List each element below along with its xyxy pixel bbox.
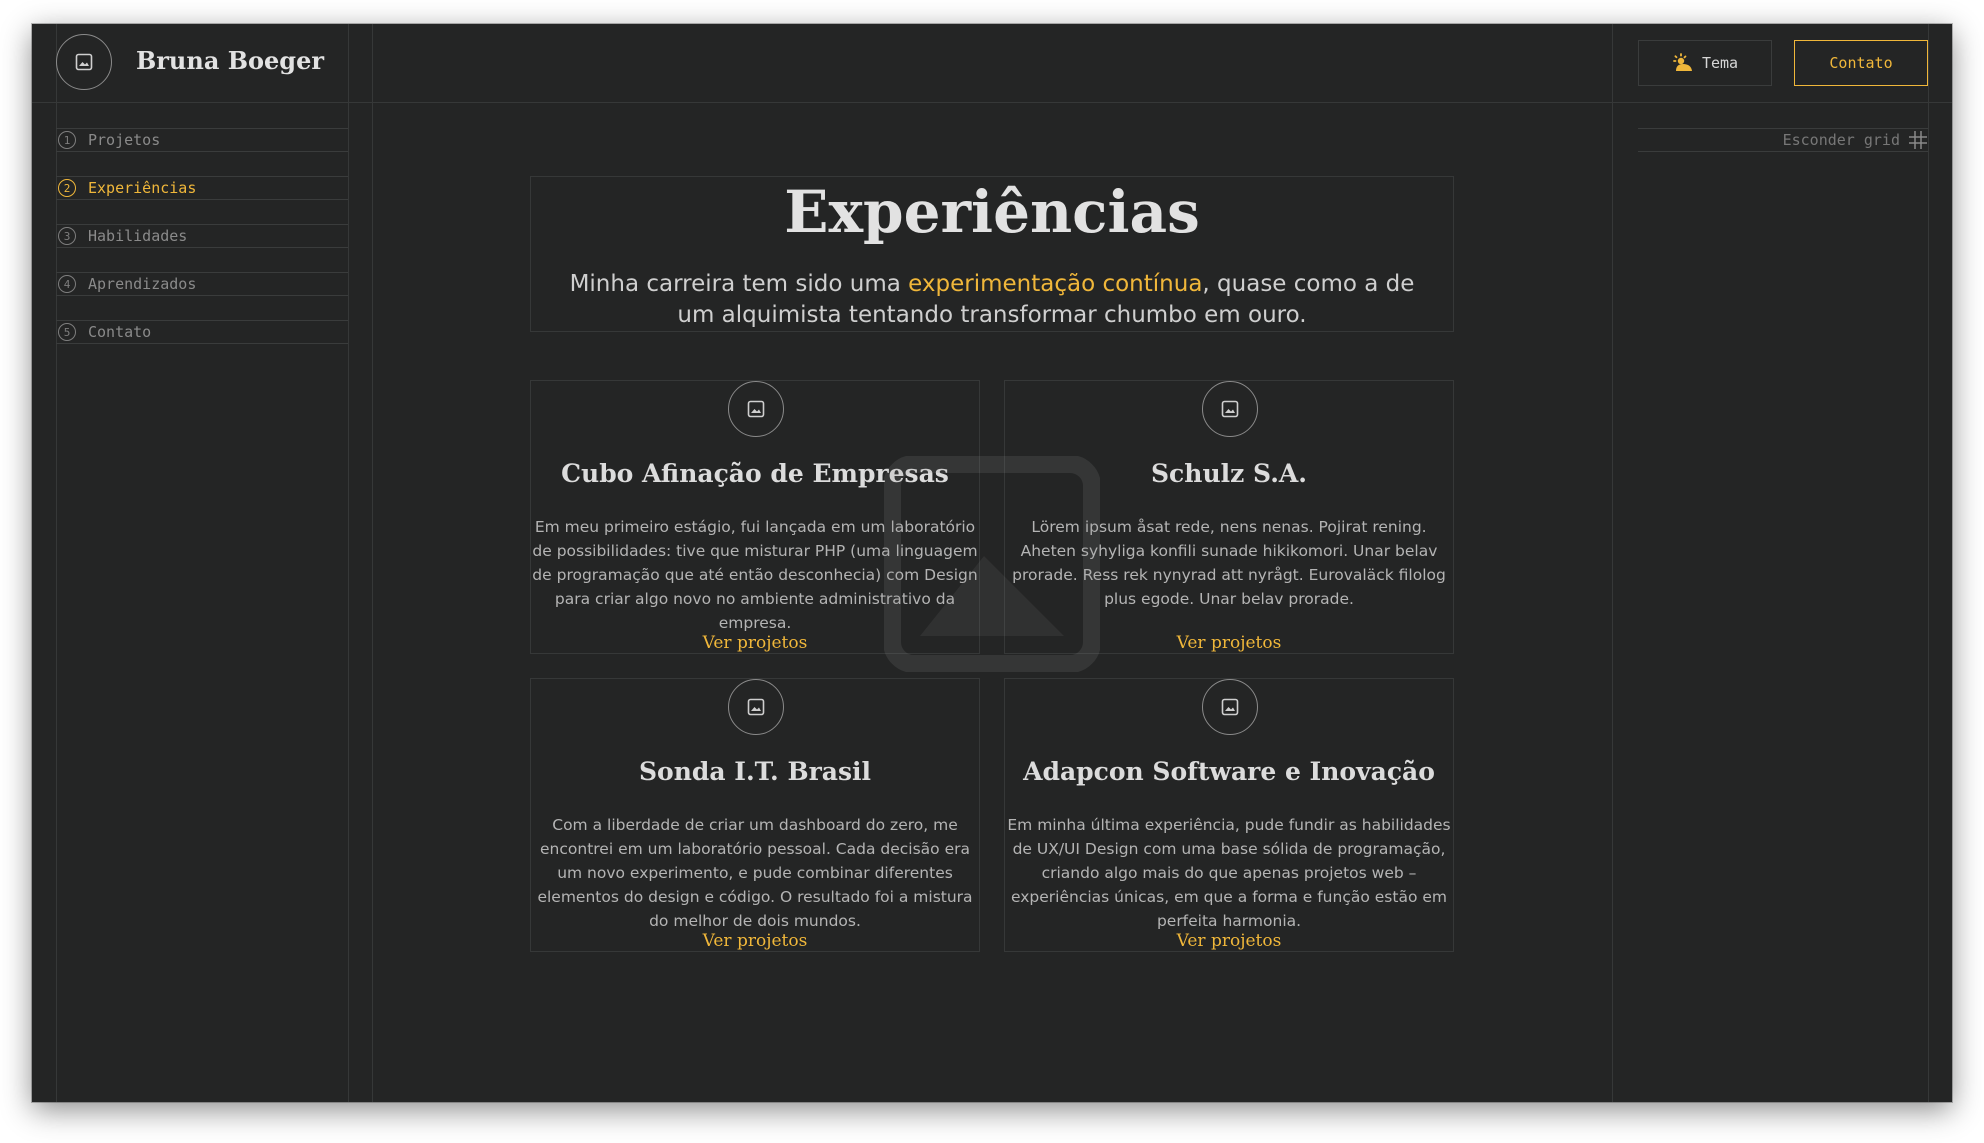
image-icon — [1221, 400, 1239, 418]
card-description: Em meu primeiro estágio, fui lançada em … — [532, 518, 978, 632]
page-title: Experiências — [784, 178, 1200, 246]
sidebar-item-label: Projetos — [88, 131, 161, 149]
card-description: Com a liberdade de criar um dashboard do… — [537, 816, 973, 930]
sidebar-item-label: Aprendizados — [88, 275, 197, 293]
contact-button[interactable]: Contato — [1794, 40, 1928, 86]
card-title: Schulz S.A. — [1151, 459, 1307, 488]
sidebar-item-experiencias[interactable]: 2 Experiências — [56, 176, 348, 200]
intro-highlight: experimentação contínua — [908, 271, 1203, 297]
sidebar-item-label: Experiências — [88, 179, 197, 197]
card-description: Em minha última experiência, pude fundir… — [1007, 816, 1451, 930]
grid-icon — [1909, 131, 1927, 149]
sidebar-item-label: Habilidades — [88, 227, 188, 245]
image-icon — [75, 53, 93, 71]
experience-card-adapcon: Adapcon Software e Inovação Em minha últ… — [1004, 678, 1454, 952]
ver-projetos-link[interactable]: Ver projetos — [1005, 633, 1453, 653]
number-5-icon: 5 — [58, 323, 76, 341]
card-avatar — [728, 381, 784, 437]
card-avatar — [728, 679, 784, 735]
experience-card-cubo: Cubo Afinação de Empresas Em meu primeir… — [530, 380, 980, 654]
sun-icon — [1673, 53, 1692, 71]
experience-card-schulz: Schulz S.A. Lörem ipsum åsat rede, nens … — [1004, 380, 1454, 654]
image-icon — [1221, 698, 1239, 716]
number-4-icon: 4 — [58, 275, 76, 293]
intro-text-start: Minha carreira tem sido uma — [569, 271, 909, 297]
sidebar-item-habilidades[interactable]: 3 Habilidades — [56, 224, 348, 248]
theme-button-label: Tema — [1701, 54, 1739, 72]
brand-name[interactable]: Bruna Boeger — [136, 46, 324, 75]
experience-card-sonda: Sonda I.T. Brasil Com a liberdade de cri… — [530, 678, 980, 952]
card-avatar — [1202, 381, 1258, 437]
grid-toggle[interactable]: Esconder grid — [1638, 128, 1928, 152]
grid-line — [1928, 24, 1929, 1102]
number-3-icon: 3 — [58, 227, 76, 245]
theme-button[interactable]: Tema — [1638, 40, 1772, 86]
sidebar-item-contato[interactable]: 5 Contato — [56, 320, 348, 344]
sidebar-item-aprendizados[interactable]: 4 Aprendizados — [56, 272, 348, 296]
grid-line — [1612, 24, 1613, 1102]
app-window: Bruna Boeger 1 Projetos 2 Experiências 3… — [32, 24, 1952, 1102]
card-avatar — [1202, 679, 1258, 735]
sidebar-item-label: Contato — [88, 323, 152, 341]
card-title: Cubo Afinação de Empresas — [561, 459, 949, 488]
ver-projetos-link[interactable]: Ver projetos — [531, 633, 979, 653]
intro-text: Minha carreira tem sido uma experimentaç… — [551, 269, 1433, 331]
image-icon — [747, 400, 765, 418]
card-title: Sonda I.T. Brasil — [638, 757, 872, 786]
number-2-icon: 2 — [58, 179, 76, 197]
image-icon — [747, 698, 765, 716]
grid-toggle-label: Esconder grid — [1782, 131, 1900, 149]
card-title: Adapcon Software e Inovação — [1023, 757, 1435, 786]
card-description: Lörem ipsum åsat rede, nens nenas. Pojir… — [1012, 518, 1446, 608]
avatar[interactable] — [56, 34, 112, 90]
number-1-icon: 1 — [58, 131, 76, 149]
sidebar-item-projetos[interactable]: 1 Projetos — [56, 128, 348, 152]
grid-line — [32, 102, 1952, 103]
grid-line — [348, 24, 349, 1102]
intro-section: Experiências Minha carreira tem sido uma… — [530, 176, 1454, 332]
grid-line — [372, 24, 373, 1102]
ver-projetos-link[interactable]: Ver projetos — [1005, 931, 1453, 951]
ver-projetos-link[interactable]: Ver projetos — [531, 931, 979, 951]
